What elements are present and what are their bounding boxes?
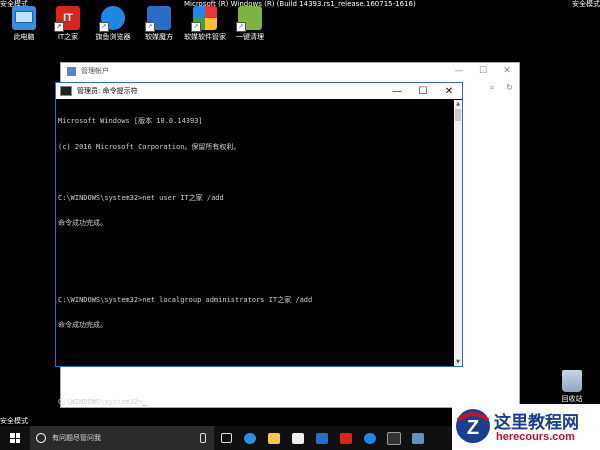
this-pc-icon bbox=[12, 6, 36, 30]
text-cursor bbox=[142, 404, 148, 406]
console-line: Microsoft Windows [版本 10.0.14393] bbox=[58, 117, 203, 125]
recycle-bin-icon bbox=[562, 370, 582, 392]
desktop-icon-label: 软媒软件管家 bbox=[184, 33, 226, 41]
browser-icon: ↗ bbox=[99, 6, 125, 32]
rubik-cube-icon: ↗ bbox=[145, 6, 171, 32]
rubik-cube-icon[interactable] bbox=[310, 426, 334, 450]
cmd-icon[interactable] bbox=[382, 426, 406, 450]
desktop-icon-qiyu-browser[interactable]: ↗ 旗鱼浏览器 bbox=[89, 6, 137, 42]
windows-logo-icon bbox=[10, 433, 20, 443]
desktop-icon-recycle-bin[interactable]: 回收站 bbox=[554, 370, 590, 404]
desktop-icon-rubik[interactable]: ↗ 软媒魔方 bbox=[135, 6, 183, 42]
safe-mode-label-top-right: 安全模式 bbox=[572, 0, 600, 8]
desktop-icon-label: 旗鱼浏览器 bbox=[95, 33, 131, 41]
search-icon[interactable]: ⌕ bbox=[490, 83, 494, 93]
user-icon[interactable] bbox=[406, 426, 430, 450]
file-explorer-icon[interactable] bbox=[262, 426, 286, 450]
desktop-icon-ithome[interactable]: IT ↗ IT之家 bbox=[44, 6, 92, 42]
edge-icon[interactable] bbox=[238, 426, 262, 450]
window-icon bbox=[67, 66, 76, 76]
cortana-search-box[interactable]: 有问题尽管问我 bbox=[30, 426, 214, 450]
close-button[interactable]: ✕ bbox=[436, 86, 462, 97]
window-title: 管理员: 命令提示符 bbox=[77, 87, 138, 95]
scroll-down-arrow-icon[interactable]: ▼ bbox=[454, 358, 462, 366]
refresh-icon[interactable]: ↻ bbox=[506, 83, 513, 93]
console-line: C:\WINDOWS\system32>net user IT之家 /add bbox=[58, 193, 224, 202]
scrollbar-thumb[interactable] bbox=[455, 109, 461, 121]
broom-icon: ↗ bbox=[236, 6, 262, 32]
console-line: 命令成功完成。 bbox=[58, 321, 107, 329]
store-icon[interactable] bbox=[286, 426, 310, 450]
ithome-icon[interactable] bbox=[334, 426, 358, 450]
console-prompt: C:\WINDOWS\system32> bbox=[58, 397, 143, 406]
console-line: 命令成功完成。 bbox=[58, 219, 107, 227]
manage-accounts-titlebar[interactable]: 管理帐户 — ☐ ✕ bbox=[61, 63, 519, 79]
watermark-logo-icon: Z bbox=[456, 409, 490, 443]
ithome-icon: IT ↗ bbox=[54, 6, 80, 32]
console-prompt-line: C:\WINDOWS\system32> bbox=[58, 397, 452, 406]
watermark-url: herecours.com bbox=[496, 431, 575, 443]
window-title: 管理帐户 bbox=[81, 67, 109, 75]
minimize-button[interactable]: — bbox=[384, 86, 410, 97]
cortana-icon bbox=[36, 433, 46, 443]
scroll-up-arrow-icon[interactable]: ▲ bbox=[454, 100, 462, 108]
browser-icon[interactable] bbox=[358, 426, 382, 450]
vertical-scrollbar[interactable]: ▲ ▼ bbox=[454, 100, 462, 366]
command-prompt-window[interactable]: 管理员: 命令提示符 — ☐ ✕ Microsoft Windows [版本 1… bbox=[55, 82, 463, 406]
start-button[interactable] bbox=[0, 426, 30, 450]
software-manager-icon: ↗ bbox=[191, 6, 217, 32]
command-prompt-titlebar[interactable]: 管理员: 命令提示符 — ☐ ✕ bbox=[56, 83, 462, 99]
desktop-icon-label: 回收站 bbox=[561, 395, 583, 403]
watermark-title: 这里教程网 bbox=[494, 413, 579, 433]
maximize-button[interactable]: ☐ bbox=[471, 66, 495, 76]
desktop-icon-this-pc[interactable]: 此电脑 bbox=[0, 6, 48, 42]
desktop-icon-one-click-clean[interactable]: ↗ 一键清理 bbox=[226, 6, 274, 42]
toolbar-buttons: ⌕ ↻ bbox=[490, 83, 513, 93]
cmd-icon bbox=[60, 86, 72, 96]
desktop-icon-software-manager[interactable]: ↗ 软媒软件管家 bbox=[181, 6, 229, 42]
task-view-icon[interactable] bbox=[214, 426, 238, 450]
microphone-icon[interactable] bbox=[200, 433, 206, 443]
close-button[interactable]: ✕ bbox=[495, 66, 519, 76]
svg-text:Z: Z bbox=[467, 417, 479, 439]
desktop-icon-label: 软媒魔方 bbox=[145, 33, 173, 41]
desktop-icon-label: IT之家 bbox=[57, 33, 79, 41]
console-line: C:\WINDOWS\system32>net localgroup admin… bbox=[58, 295, 313, 304]
search-placeholder: 有问题尽管问我 bbox=[52, 434, 101, 442]
safe-mode-label-bottom-left: 安全模式 bbox=[0, 417, 28, 425]
console-line: (c) 2016 Microsoft Corporation。保留所有权利。 bbox=[58, 142, 241, 151]
minimize-button[interactable]: — bbox=[447, 66, 471, 76]
maximize-button[interactable]: ☐ bbox=[410, 86, 436, 97]
console-output[interactable]: Microsoft Windows [版本 10.0.14393] (c) 20… bbox=[58, 100, 452, 406]
desktop-icon-label: 此电脑 bbox=[13, 33, 35, 41]
site-watermark: Z 这里教程网 herecours.com bbox=[452, 404, 600, 450]
desktop-icon-label: 一键清理 bbox=[236, 33, 264, 41]
